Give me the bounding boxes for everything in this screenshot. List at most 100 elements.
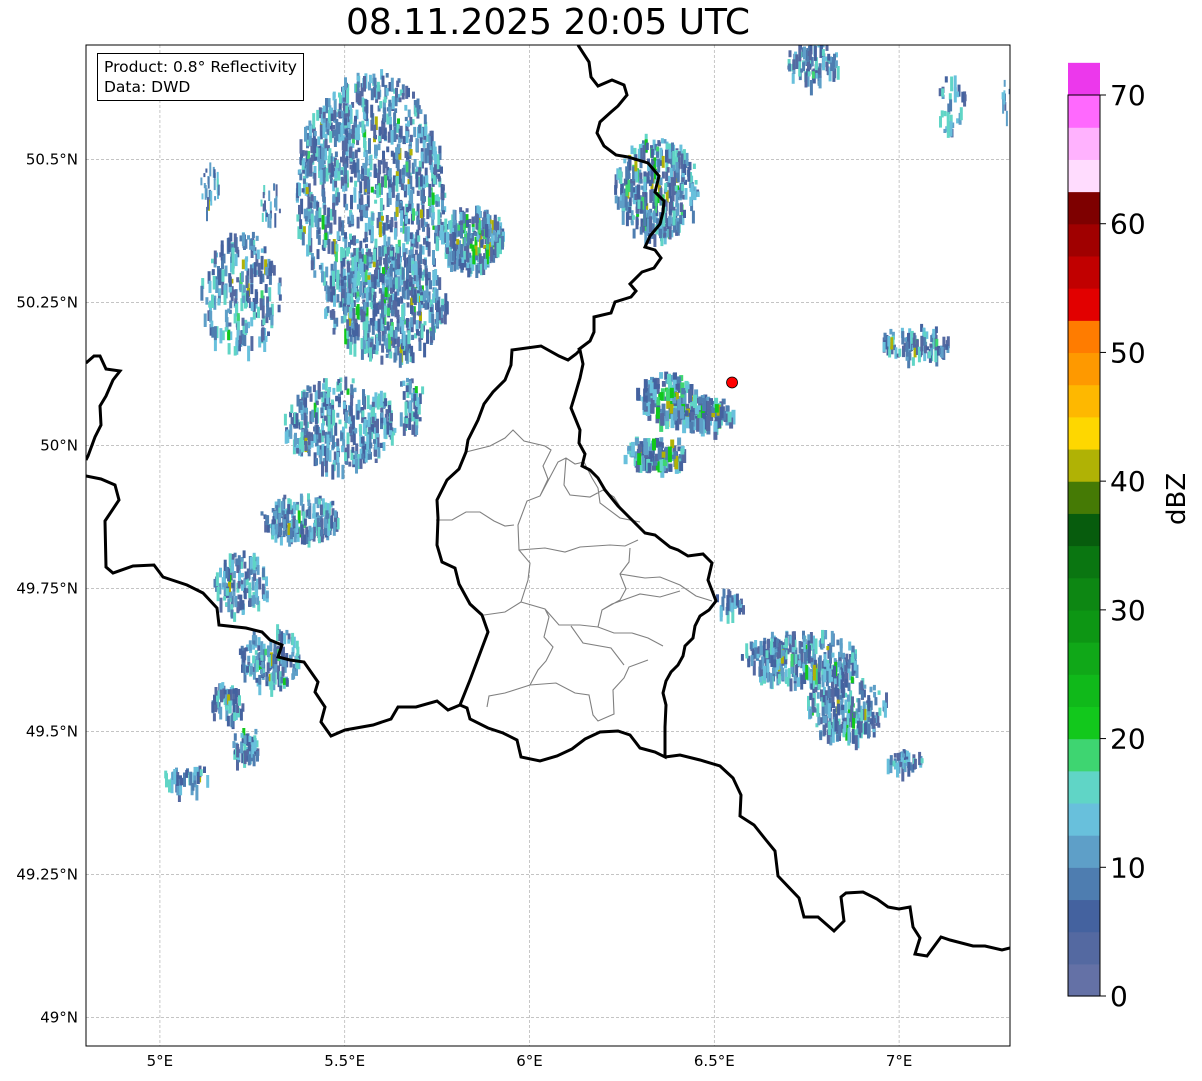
echo-pixel [396, 160, 400, 172]
echo-pixel [226, 715, 230, 727]
echo-pixel [474, 231, 478, 236]
echo-pixel [205, 297, 209, 305]
echo-pixel [260, 248, 264, 253]
echo-pixel [471, 216, 475, 225]
echo-pixel [469, 238, 473, 244]
echo-pixel [231, 559, 235, 573]
echo-pixel [343, 275, 347, 280]
echo-pixel [637, 453, 642, 465]
echo-pixel [683, 209, 686, 218]
echo-pixel [714, 404, 719, 413]
echo-pixel [650, 148, 654, 158]
echo-pixel [397, 143, 401, 154]
echo-pixel [949, 121, 953, 137]
echo-pixel [241, 233, 245, 247]
echo-pixel [257, 262, 261, 275]
echo-pixel [205, 168, 208, 173]
echo-pixel [892, 760, 896, 767]
echo-pixel [389, 276, 393, 288]
echo-pixel [426, 209, 430, 220]
echo-pixel [363, 151, 367, 158]
echo-pixel [404, 116, 408, 122]
echo-pixel [387, 179, 391, 189]
echo-pixel [262, 192, 265, 199]
echo-pixel [263, 246, 267, 254]
echo-pixel [377, 143, 381, 151]
echo-pixel [684, 188, 688, 200]
echo-pixel [619, 171, 623, 184]
echo-pixel [358, 424, 362, 432]
echo-pixel [845, 653, 849, 662]
echo-pixel [214, 687, 218, 696]
echo-pixel [646, 176, 650, 181]
echo-pixel [851, 696, 854, 707]
echo-pixel [854, 734, 858, 751]
echo-pixel [475, 255, 478, 261]
echo-pixel [407, 87, 410, 98]
echo-pixel [233, 289, 237, 296]
echo-pixel [792, 59, 796, 70]
echo-pixel [325, 266, 329, 278]
echo-pixel [196, 771, 200, 784]
echo-pixel [407, 120, 410, 127]
echo-pixel [839, 695, 842, 700]
echo-pixel [359, 181, 363, 194]
echo-pixel [847, 682, 851, 692]
echo-pixel [665, 171, 669, 182]
echo-pixel [810, 657, 814, 663]
echo-pixel [867, 723, 870, 739]
echo-pixel [290, 404, 294, 413]
echo-pixel [368, 138, 371, 154]
echo-pixel [379, 442, 383, 448]
echo-pixel [675, 162, 679, 173]
echo-pixel [416, 203, 420, 219]
echo-pixel [401, 267, 405, 280]
echo-pixel [462, 214, 466, 221]
echo-pixel [321, 461, 324, 477]
echo-pixel [223, 596, 227, 601]
echo-pixel [814, 687, 818, 693]
echo-pixel [361, 120, 365, 134]
echo-pixel [333, 137, 337, 147]
echo-pixel [426, 329, 429, 344]
echo-pixel [324, 138, 328, 148]
echo-pixel [319, 169, 323, 182]
echo-pixel [328, 148, 332, 157]
echo-pixel [668, 381, 672, 389]
echo-pixel [852, 711, 856, 718]
echo-pixel [681, 184, 685, 191]
echo-pixel [270, 314, 274, 326]
echo-pixel [379, 390, 383, 406]
echo-pixel [874, 697, 878, 706]
echo-pixel [252, 655, 256, 664]
echo-pixel [256, 249, 260, 260]
echo-pixel [634, 160, 638, 172]
echo-pixel [382, 150, 385, 160]
echo-pixel [207, 176, 210, 189]
echo-pixel [199, 769, 203, 776]
echo-pixel [409, 290, 413, 296]
echo-pixel [266, 676, 270, 682]
echo-pixel [313, 138, 317, 154]
echo-pixel [385, 409, 389, 415]
echo-pixel [407, 184, 411, 196]
echo-pixel [243, 750, 247, 765]
echo-pixel [680, 409, 684, 419]
echo-pixel [398, 128, 402, 137]
echo-pixel [211, 326, 215, 338]
echo-pixel [269, 213, 272, 221]
echo-pixel [860, 709, 864, 722]
echo-pixel [424, 300, 428, 310]
echo-pixel [418, 341, 422, 351]
echo-pixel [905, 750, 909, 757]
echo-pixel [265, 515, 269, 526]
echo-pixel [644, 441, 648, 456]
echo-pixel [650, 169, 654, 184]
echo-pixel [332, 91, 336, 98]
echo-pixel [390, 77, 394, 92]
echo-pixel [307, 499, 311, 507]
echo-pixel [896, 762, 899, 778]
echo-pixel [393, 112, 397, 127]
echo-pixel [770, 631, 774, 639]
echo-pixel [763, 665, 766, 681]
